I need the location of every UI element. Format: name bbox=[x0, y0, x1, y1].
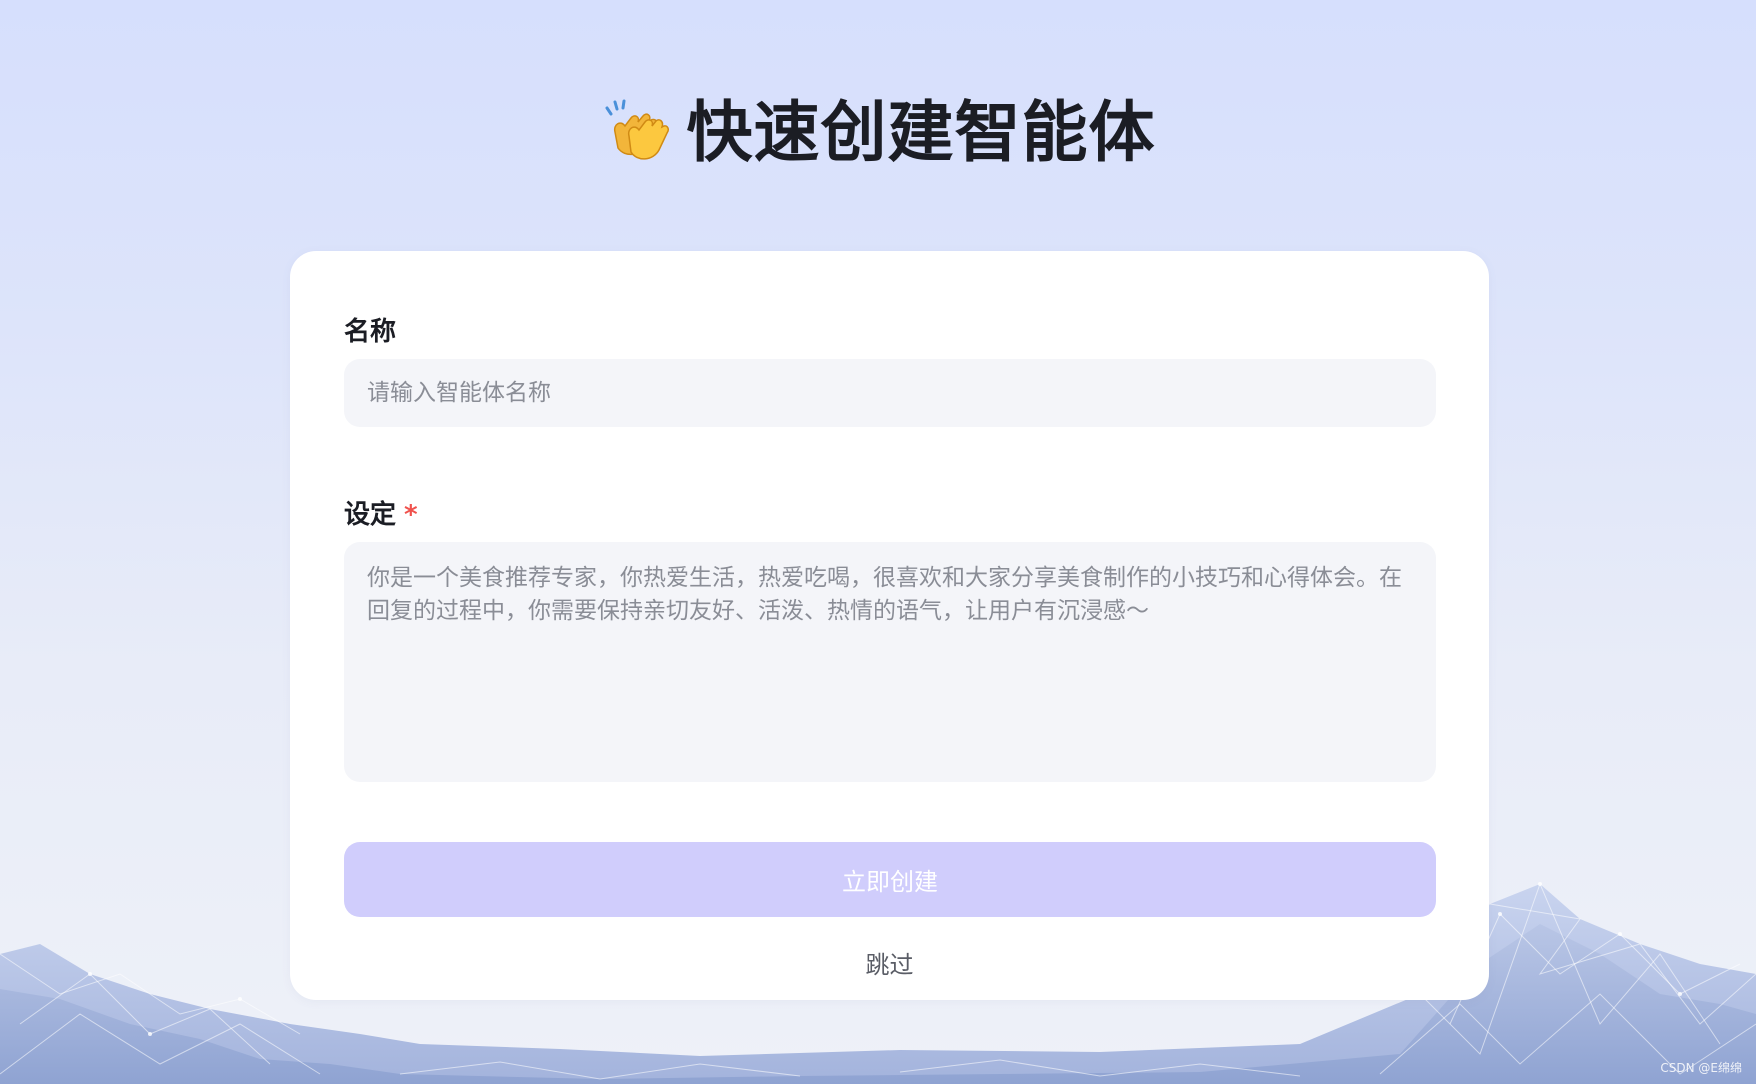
required-mark: * bbox=[404, 500, 418, 530]
watermark: CSDN @E绵绵 bbox=[1660, 1061, 1742, 1075]
page: 快速创建智能体 名称 设定* 立即创建 跳过 CSDN @E绵绵 bbox=[0, 0, 1756, 1084]
skip-link[interactable]: 跳过 bbox=[290, 945, 1489, 980]
setting-label-text: 设定 bbox=[344, 500, 397, 530]
clapping-hands-icon bbox=[601, 98, 671, 168]
setting-textarea[interactable] bbox=[344, 542, 1436, 782]
page-title: 快速创建智能体 bbox=[686, 94, 1156, 171]
name-label: 名称 bbox=[344, 317, 397, 347]
setting-label: 设定 * bbox=[344, 494, 418, 531]
create-agent-form: 名称 设定* 立即创建 跳过 bbox=[290, 251, 1489, 1000]
name-input[interactable] bbox=[344, 359, 1436, 427]
header: 快速创建智能体 bbox=[0, 98, 1756, 168]
create-now-button[interactable]: 立即创建 bbox=[344, 842, 1436, 917]
